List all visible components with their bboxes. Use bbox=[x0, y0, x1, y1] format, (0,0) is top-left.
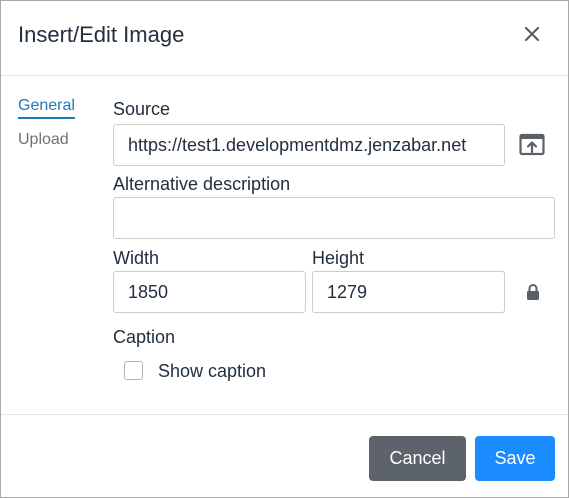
width-input[interactable] bbox=[113, 271, 306, 313]
insert-edit-image-dialog: Insert/Edit Image General Upload Source … bbox=[0, 0, 569, 498]
dialog-title: Insert/Edit Image bbox=[18, 22, 185, 47]
width-label: Width bbox=[113, 248, 160, 268]
show-caption-label[interactable]: Show caption bbox=[158, 361, 266, 382]
alt-description-input[interactable] bbox=[113, 197, 555, 239]
tab-general[interactable]: General bbox=[18, 97, 75, 119]
browse-button[interactable] bbox=[518, 132, 546, 158]
lock-icon bbox=[527, 284, 539, 300]
constrain-proportions-button[interactable] bbox=[523, 281, 543, 303]
close-button[interactable] bbox=[519, 21, 545, 47]
upload-browse-icon bbox=[519, 133, 545, 156]
tab-upload[interactable]: Upload bbox=[18, 131, 69, 149]
show-caption-checkbox[interactable] bbox=[124, 361, 143, 380]
caption-label: Caption bbox=[113, 327, 176, 347]
save-button[interactable]: Save bbox=[475, 436, 555, 481]
source-label: Source bbox=[113, 99, 171, 119]
alt-label: Alternative description bbox=[113, 174, 291, 194]
cancel-button[interactable]: Cancel bbox=[369, 436, 466, 481]
dialog-header: Insert/Edit Image bbox=[1, 1, 568, 76]
source-input[interactable] bbox=[113, 124, 505, 166]
height-label: Height bbox=[312, 248, 365, 268]
close-icon bbox=[524, 26, 540, 42]
footer-divider bbox=[1, 414, 568, 415]
height-input[interactable] bbox=[312, 271, 505, 313]
